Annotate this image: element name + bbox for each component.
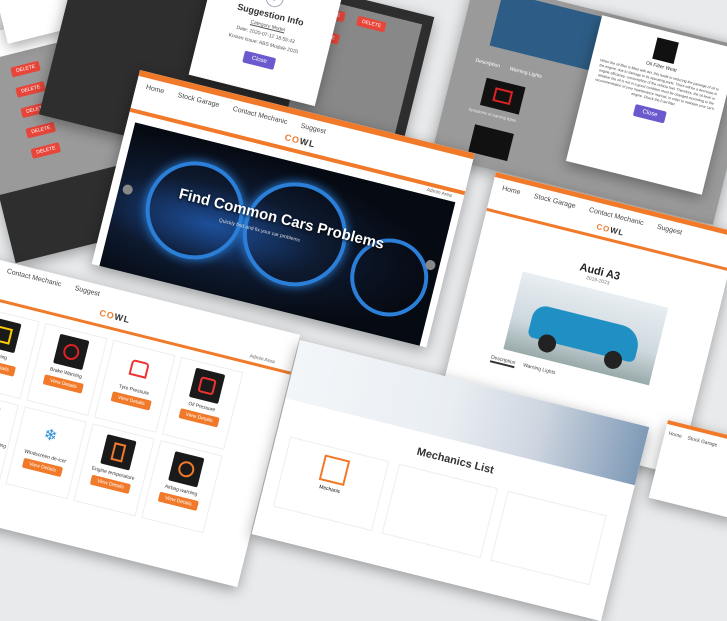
tabs: Description Warning Lights	[475, 58, 543, 80]
warning-light-card[interactable]: Engine temperature View Details	[73, 423, 155, 517]
battery-warning-icon	[492, 87, 514, 106]
warning-light-tile[interactable]	[468, 124, 514, 162]
oil-filter-icon	[652, 37, 679, 64]
brake-warning-icon	[61, 342, 81, 362]
warning-light-label: Low washer water warning	[0, 430, 7, 450]
nav-home[interactable]: Home	[145, 84, 165, 95]
nav-home[interactable]: Home	[501, 185, 521, 196]
mechanic-card[interactable]	[490, 490, 607, 586]
nav-suggest[interactable]: Suggest	[656, 224, 683, 237]
warning-light-card[interactable]: Airbag warning View Details	[141, 440, 223, 534]
warning-light-card[interactable]: ❄ Windscreen de-icer View Details	[5, 406, 87, 500]
delete-button[interactable]: DELETE	[10, 60, 42, 78]
delete-button[interactable]: DELETE	[25, 121, 57, 139]
warning-light-card[interactable]: Oil Pressure View Details	[162, 356, 244, 450]
warning-light-card[interactable]: Tyre Pressure View Details	[94, 339, 176, 433]
nav-home[interactable]: Home	[668, 431, 682, 440]
mechanic-icon	[318, 454, 351, 486]
delete-button[interactable]: DELETE	[15, 80, 47, 98]
oil-pressure-icon	[197, 376, 217, 396]
close-button[interactable]: Close	[633, 104, 667, 124]
warning-light-card[interactable]: Brake Warning View Details	[26, 322, 108, 416]
engine-temperature-icon	[110, 442, 127, 463]
warning-icon	[0, 325, 14, 345]
close-button[interactable]: Close	[242, 50, 276, 70]
mechanic-card[interactable]	[381, 463, 499, 559]
tab-warning-lights[interactable]: Warning Lights	[522, 362, 556, 378]
warning-light-tile[interactable]	[479, 77, 526, 115]
tab-description[interactable]: Description	[475, 58, 501, 70]
airbag-warning-icon	[176, 459, 196, 479]
delete-button[interactable]: DELETE	[30, 142, 62, 159]
tab-description[interactable]: Description	[489, 354, 517, 369]
mechanic-label: Mechanic	[318, 484, 341, 496]
snowflake-icon: ❄	[41, 426, 59, 446]
tab-warning-lights[interactable]: Warning Lights	[509, 66, 543, 80]
carousel-prev-button[interactable]	[121, 183, 134, 196]
delete-button[interactable]: DELETE	[355, 15, 387, 33]
nav-stock-garage[interactable]: Stock Garage	[687, 435, 718, 448]
nav-contact-mechanic[interactable]: Contact Mechanic	[6, 268, 62, 288]
nav-suggest[interactable]: Suggest	[300, 123, 327, 136]
tyre-pressure-icon	[128, 358, 150, 379]
nav-suggest[interactable]: Suggest	[74, 285, 101, 298]
